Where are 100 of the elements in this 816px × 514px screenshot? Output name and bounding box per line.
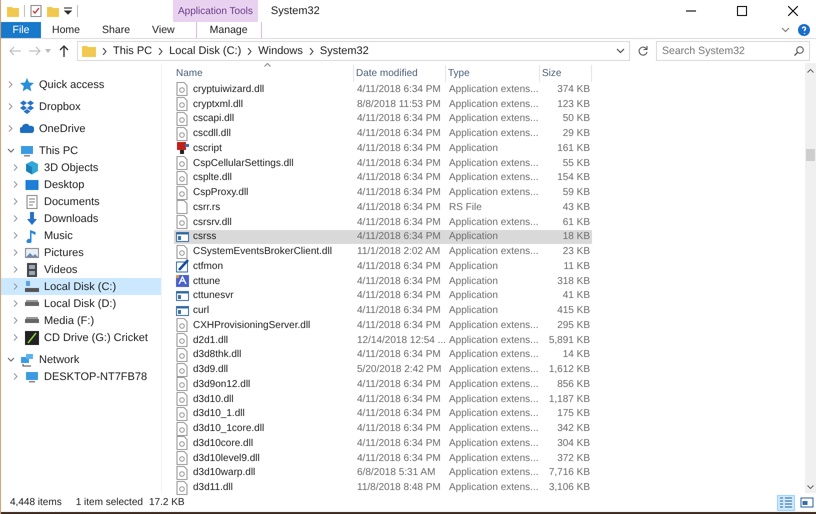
- chevron-right-icon[interactable]: [12, 317, 20, 324]
- ribbon-tab[interactable]: View: [141, 22, 186, 38]
- help-icon[interactable]: [798, 24, 810, 36]
- file-row[interactable]: CspProxy.dll 4/11/2018 6:34 PM Application extens... 59 KB: [174, 185, 592, 200]
- recent-caret-icon[interactable]: [45, 49, 51, 53]
- date-cell-text: 4/11/2018 6:34 PM: [356, 216, 442, 228]
- breadcrumb-item[interactable]: Windows: [258, 45, 303, 57]
- column-header[interactable]: Type: [446, 65, 540, 82]
- chevron-right-icon[interactable]: [12, 334, 20, 341]
- column-header[interactable]: Size: [540, 65, 592, 82]
- up-arrow-icon[interactable]: [59, 45, 69, 57]
- file-row[interactable]: d3d10_1.dll 4/11/2018 6:34 PM Application extens... 175 KB: [174, 406, 592, 422]
- chevron-right-icon[interactable]: [7, 103, 15, 110]
- size-cell-text: 318 KB: [556, 276, 591, 287]
- breadcrumb-item[interactable]: This PC: [113, 45, 152, 57]
- scrollbar[interactable]: [805, 63, 816, 493]
- file-row[interactable]: cttunesvr 4/11/2018 6:34 PM Application 41 KB: [174, 288, 592, 304]
- properties-icon[interactable]: [30, 5, 42, 17]
- file-row[interactable]: CspCellularSettings.dll 4/11/2018 6:34 PM Application extens... 55 KB: [174, 156, 592, 170]
- file-row[interactable]: d3d10level9.dll 4/11/2018 6:34 PM Application extens... 372 KB: [174, 450, 592, 466]
- chevron-right-icon[interactable]: [12, 249, 20, 256]
- sidebar-item[interactable]: Desktop: [1, 176, 161, 193]
- chevron-right-icon[interactable]: [12, 232, 20, 239]
- file-row[interactable]: d3d10core.dll 4/11/2018 6:34 PM Application extens... 304 KB: [174, 436, 592, 451]
- file-row[interactable]: CSystemEventsBrokerClient.dll 11/1/2018 2:02 AM Application extens... 23 KB: [174, 244, 592, 259]
- scrollbar-thumb[interactable]: [806, 149, 815, 161]
- expand-ribbon-icon[interactable]: [781, 27, 790, 33]
- view-button[interactable]: [777, 494, 795, 510]
- file-tab[interactable]: File: [1, 22, 41, 38]
- file-row[interactable]: d3d10warp.dll 6/8/2018 5:31 AM Application extens... 7,716 KB: [174, 466, 592, 480]
- type-cell-text: Application extens...: [448, 128, 540, 140]
- file-row[interactable]: csrr.rs 4/11/2018 6:34 PM RS File 43 KB: [174, 200, 592, 215]
- sidebar-item[interactable]: OneDrive: [1, 120, 161, 137]
- breadcrumb-item[interactable]: Local Disk (C:): [169, 45, 242, 57]
- chevron-right-icon[interactable]: [12, 300, 20, 307]
- file-row[interactable]: cscdll.dll 4/11/2018 6:34 PM Application extens... 29 KB: [174, 126, 592, 141]
- refresh-icon[interactable]: [638, 46, 648, 56]
- chevron-right-icon[interactable]: [12, 181, 20, 188]
- customize-caret-icon[interactable]: [64, 7, 72, 15]
- sidebar-item[interactable]: Videos: [1, 261, 161, 278]
- scroll-up-icon[interactable]: [807, 69, 814, 73]
- sidebar-item[interactable]: Local Disk (C:): [1, 278, 161, 295]
- chevron-down-icon[interactable]: [7, 147, 15, 154]
- view-button[interactable]: [798, 494, 816, 510]
- file-row[interactable]: d3d10.dll 4/11/2018 6:34 PM Application extens... 1,187 KB: [174, 392, 592, 406]
- address-field[interactable]: This PC Local Disk (C:) Windows System32: [77, 41, 630, 61]
- column-header[interactable]: Date modified: [354, 65, 446, 82]
- file-row[interactable]: cttune 4/11/2018 6:34 PM Application 318 KB: [174, 274, 592, 288]
- sidebar-item[interactable]: Media (F:): [1, 312, 161, 329]
- file-row[interactable]: cryptxml.dll 8/8/2018 11:53 PM Application extens... 123 KB: [174, 96, 592, 112]
- file-row[interactable]: csplte.dll 4/11/2018 6:34 PM Application extens... 154 KB: [174, 170, 592, 186]
- sidebar-item[interactable]: Documents: [1, 193, 161, 210]
- sidebar-item[interactable]: This PC: [1, 142, 161, 159]
- date-cell-text: 4/11/2018 6:34 PM: [356, 142, 442, 154]
- sidebar-item[interactable]: DESKTOP-NT7FB78: [1, 368, 161, 385]
- file-row[interactable]: cryptuiwizard.dll 4/11/2018 6:34 PM Application extens... 374 KB: [174, 82, 592, 97]
- scroll-down-icon[interactable]: [807, 485, 814, 489]
- sidebar-item[interactable]: Local Disk (D:): [1, 295, 161, 312]
- file-row[interactable]: d2d1.dll 12/14/2018 12:54 ... Application extens... 5,891 KB: [174, 332, 592, 348]
- sidebar-item[interactable]: Quick access: [1, 76, 161, 93]
- dropdown-caret-icon[interactable]: [616, 48, 625, 54]
- back-arrow-icon[interactable]: [9, 46, 21, 56]
- chevron-right-icon[interactable]: [7, 125, 15, 132]
- sidebar-item[interactable]: CD Drive (G:) Cricket: [1, 329, 161, 346]
- chevron-right-icon[interactable]: [12, 215, 20, 222]
- file-row[interactable]: CXHProvisioningServer.dll 4/11/2018 6:34 PM Application extens... 295 KB: [174, 318, 592, 333]
- chevron-right-icon[interactable]: [7, 81, 15, 88]
- file-row[interactable]: curl 4/11/2018 6:34 PM Application 415 KB: [174, 303, 592, 318]
- sidebar-item[interactable]: Network: [1, 351, 161, 368]
- file-row[interactable]: d3d9.dll 5/20/2018 2:42 PM Application extens... 1,612 KB: [174, 362, 592, 377]
- chevron-right-icon[interactable]: [12, 266, 20, 273]
- search-field[interactable]: Search System32: [656, 41, 810, 61]
- file-row[interactable]: d3d11.dll 11/8/2018 8:48 PM Application extens... 3,106 KB: [174, 480, 592, 495]
- file-name: CspCellularSettings.dll: [193, 158, 294, 169]
- pen-icon: [176, 259, 189, 274]
- file-row[interactable]: cscript 4/11/2018 6:34 PM Application 161 KB: [174, 141, 592, 156]
- chevron-right-icon[interactable]: [12, 198, 20, 205]
- ribbon-tab[interactable]: Share: [91, 22, 142, 38]
- file-row[interactable]: ctfmon 4/11/2018 6:34 PM Application 11 KB: [174, 259, 592, 274]
- sidebar-item[interactable]: 3D Objects: [1, 159, 161, 176]
- date-cell-text: 4/11/2018 6:34 PM: [356, 172, 442, 184]
- new-folder-icon[interactable]: [47, 5, 59, 17]
- folder-icon[interactable]: [7, 5, 19, 17]
- file-row[interactable]: d3d8thk.dll 4/11/2018 6:34 PM Application extens... 14 KB: [174, 348, 592, 362]
- chevron-right-icon[interactable]: [12, 164, 20, 171]
- forward-arrow-icon[interactable]: [29, 46, 41, 56]
- file-row[interactable]: d3d10_1core.dll 4/11/2018 6:34 PM Application extens... 342 KB: [174, 421, 592, 436]
- chevron-down-icon[interactable]: [7, 356, 15, 363]
- sidebar-item[interactable]: Pictures: [1, 244, 161, 261]
- file-row[interactable]: csrsrv.dll 4/11/2018 6:34 PM Application extens... 61 KB: [174, 214, 592, 230]
- file-row[interactable]: csrss 4/11/2018 6:34 PM Application 18 KB: [174, 230, 592, 244]
- breadcrumb-item[interactable]: System32: [320, 45, 369, 57]
- sidebar-item[interactable]: Music: [1, 227, 161, 244]
- file-row[interactable]: d3d9on12.dll 4/11/2018 6:34 PM Application extens... 856 KB: [174, 377, 592, 392]
- ribbon-tab[interactable]: Home: [41, 22, 92, 38]
- chevron-right-icon[interactable]: [12, 373, 20, 380]
- file-row[interactable]: cscapi.dll 4/11/2018 6:34 PM Application extens... 50 KB: [174, 112, 592, 126]
- chevron-right-icon[interactable]: [12, 283, 20, 290]
- sidebar-item[interactable]: Downloads: [1, 210, 161, 227]
- sidebar-item[interactable]: Dropbox: [1, 98, 161, 115]
